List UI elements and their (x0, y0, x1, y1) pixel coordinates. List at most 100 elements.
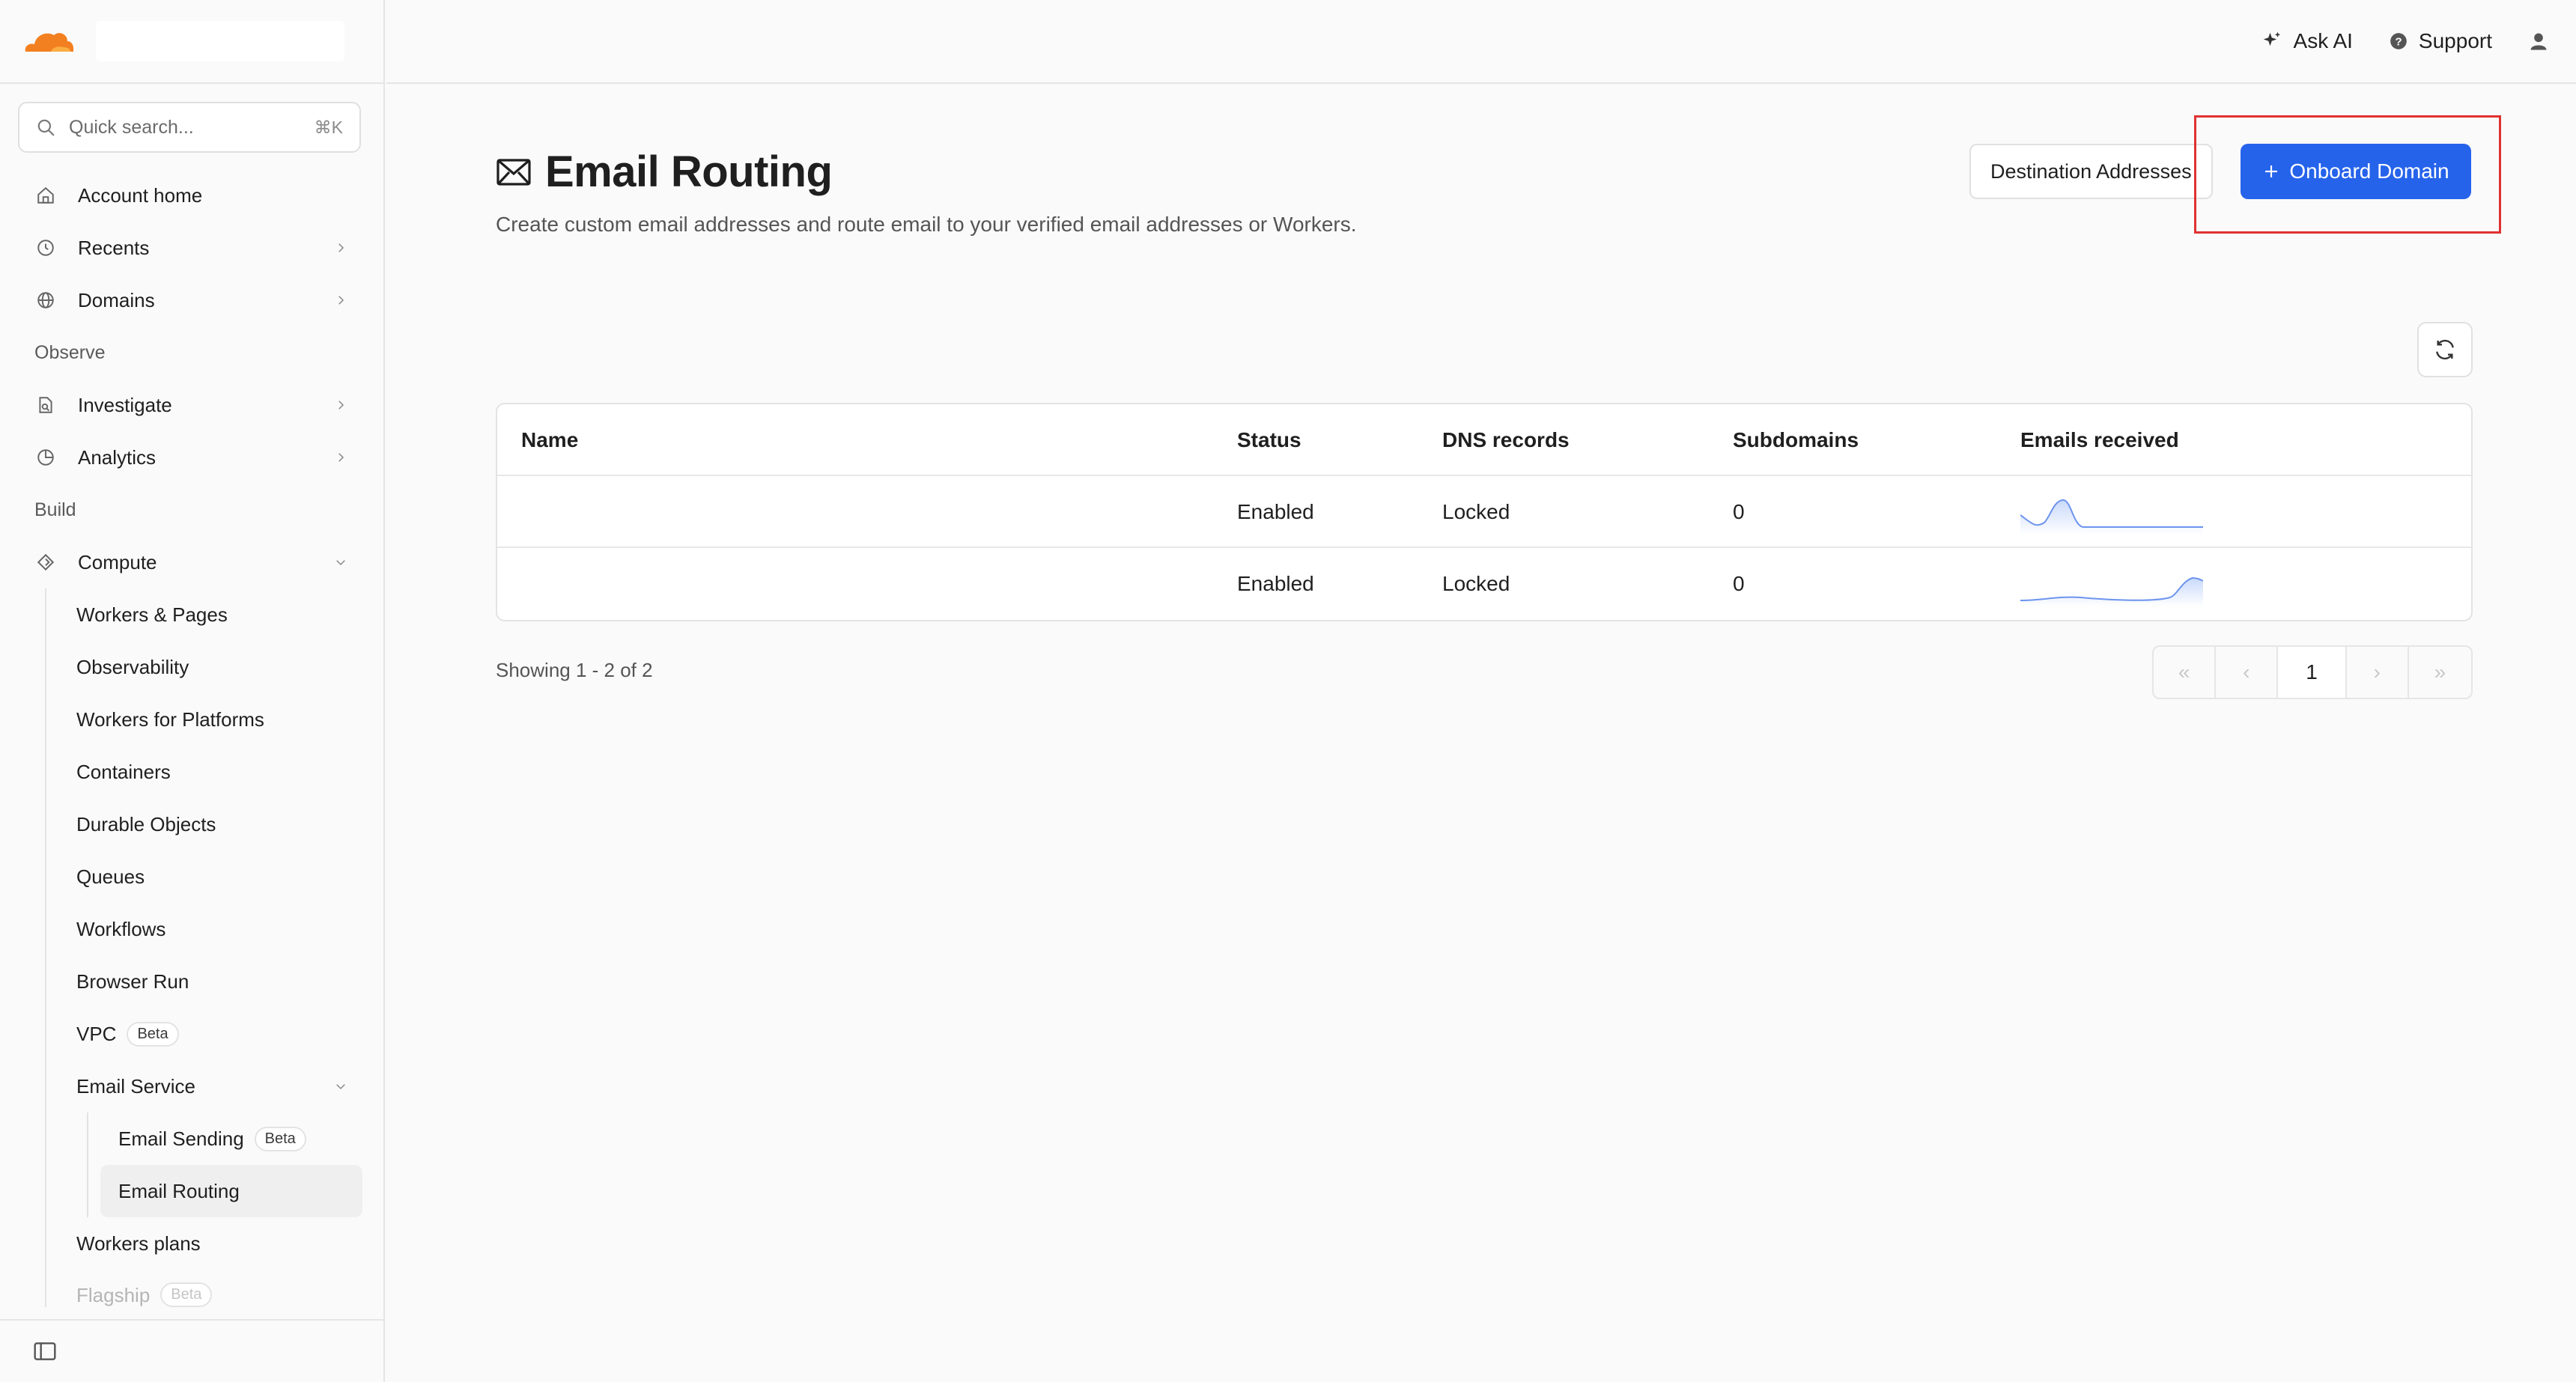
highlight-box (2194, 115, 2501, 234)
ask-ai-label: Ask AI (2293, 29, 2353, 52)
chevron-right-icon (334, 293, 347, 307)
support-label: Support (2418, 29, 2492, 52)
table-row[interactable]: Enabled Locked 0 (497, 548, 2471, 620)
chevron-right-icon (334, 451, 347, 464)
sidebar-item-label: Email Routing (118, 1179, 240, 1202)
table-row[interactable]: Enabled Locked 0 (497, 476, 2471, 548)
sidebar-item-label: VPC (76, 1022, 117, 1045)
sidebar-item-vpc[interactable]: VPC Beta (18, 1008, 362, 1060)
submenu-guide-line (87, 1112, 88, 1217)
sidebar-item-domains[interactable]: Domains (18, 274, 362, 326)
emails-sparkline (2020, 476, 2203, 548)
status-cell: Enabled (1237, 500, 1314, 523)
column-header-subdomains[interactable]: Subdomains (1733, 404, 1859, 476)
refresh-button[interactable] (2417, 322, 2473, 377)
pagination-summary: Showing 1 - 2 of 2 (496, 659, 653, 681)
quick-search[interactable]: Quick search... ⌘K (18, 102, 361, 153)
sidebar-item-account-home[interactable]: Account home (18, 169, 362, 222)
sidebar-item-durable-objects[interactable]: Durable Objects (18, 798, 362, 850)
first-page-button[interactable]: « (2154, 647, 2217, 698)
beta-badge: Beta (160, 1282, 213, 1307)
sidebar-item-workflows[interactable]: Workflows (18, 903, 362, 955)
sidebar-item-label: Workflows (76, 917, 166, 940)
sidebar-item-label: Domains (78, 288, 155, 311)
svg-text:?: ? (2395, 35, 2402, 48)
sidebar-item-label: Recents (78, 236, 150, 259)
sidebar-item-label: Containers (76, 760, 171, 783)
sidebar-item-label: Workers plans (76, 1232, 201, 1255)
double-chevron-right-icon: » (2434, 660, 2446, 684)
chevron-right-icon (334, 398, 347, 412)
last-page-button[interactable]: » (2409, 647, 2471, 698)
sidebar-item-label: Email Service (76, 1074, 195, 1098)
page-description: Create custom email addresses and route … (496, 213, 1357, 236)
help-circle-icon: ? (2389, 31, 2408, 51)
support-button[interactable]: ? Support (2389, 29, 2492, 53)
column-header-status[interactable]: Status (1237, 404, 1301, 476)
sidebar-item-label: Analytics (78, 445, 157, 469)
sidebar-item-label: Workers for Platforms (76, 707, 264, 731)
subdomains-cell: 0 (1733, 572, 1745, 595)
destination-addresses-button[interactable]: Destination Addresses (1969, 144, 2213, 199)
sidebar-item-workers-platforms[interactable]: Workers for Platforms (18, 693, 362, 746)
sidebar-header (0, 0, 383, 84)
page-title: Email Routing (545, 147, 833, 196)
sidebar-item-email-routing[interactable]: Email Routing (100, 1165, 362, 1217)
pie-chart-icon (34, 446, 57, 469)
dns-cell: Locked (1442, 500, 1510, 523)
account-name-box[interactable] (96, 21, 344, 61)
subdomains-cell: 0 (1733, 500, 1745, 523)
sidebar-item-recents[interactable]: Recents (18, 222, 362, 274)
sidebar-item-label: Email Sending (118, 1127, 244, 1150)
ask-ai-button[interactable]: Ask AI (2261, 29, 2353, 53)
status-cell: Enabled (1237, 572, 1314, 595)
sidebar-item-email-service[interactable]: Email Service (18, 1060, 362, 1112)
search-shortcut: ⌘K (314, 117, 343, 137)
chevron-down-icon (334, 555, 347, 569)
page-header: Email Routing (496, 147, 833, 197)
sidebar-item-email-sending[interactable]: Email Sending Beta (18, 1112, 362, 1165)
sidebar-item-label: Observability (76, 655, 189, 678)
next-page-button[interactable]: › (2347, 647, 2409, 698)
user-menu-button[interactable] (2528, 31, 2549, 52)
column-header-dns[interactable]: DNS records (1442, 404, 1570, 476)
sidebar-item-browser-run[interactable]: Browser Run (18, 955, 362, 1008)
compute-diamond-icon (34, 551, 57, 573)
cloudflare-logo-icon[interactable] (21, 28, 75, 55)
sidebar-item-analytics[interactable]: Analytics (18, 431, 362, 484)
sidebar-item-investigate[interactable]: Investigate (18, 379, 362, 431)
sidebar-item-label: Queues (76, 865, 145, 888)
sidebar-item-label: Investigate (78, 393, 172, 416)
sidebar-item-label: Compute (78, 550, 157, 573)
sidebar-item-containers[interactable]: Containers (18, 746, 362, 798)
top-header: Ask AI ? Support (386, 0, 2576, 84)
pagination: « ‹ 1 › » (2152, 645, 2473, 699)
chevron-left-icon: ‹ (2243, 660, 2250, 684)
compute-submenu: Workers & Pages Observability Workers fo… (18, 588, 362, 1307)
mail-icon (496, 157, 532, 187)
double-chevron-left-icon: « (2178, 660, 2190, 684)
column-header-name[interactable]: Name (521, 404, 578, 476)
beta-badge: Beta (254, 1126, 306, 1151)
home-icon (34, 184, 57, 207)
emails-sparkline (2020, 548, 2203, 620)
globe-icon (34, 289, 57, 311)
prev-page-button[interactable]: ‹ (2216, 647, 2279, 698)
sidebar-toggle-icon[interactable] (33, 1341, 57, 1362)
current-page-button[interactable]: 1 (2278, 647, 2347, 698)
chevron-right-icon: › (2373, 660, 2381, 684)
search-placeholder: Quick search... (69, 116, 194, 138)
sidebar-item-label: Durable Objects (76, 812, 216, 835)
file-search-icon (34, 394, 57, 416)
sidebar-item-workers-pages[interactable]: Workers & Pages (18, 588, 362, 641)
sidebar-item-queues[interactable]: Queues (18, 850, 362, 903)
sidebar-footer (0, 1319, 383, 1382)
main-content: Email Routing Create custom email addres… (386, 84, 2576, 1382)
user-icon (2528, 31, 2549, 52)
history-icon (34, 237, 57, 259)
sidebar-item-flagship[interactable]: Flagship Beta (18, 1270, 362, 1307)
sidebar-item-workers-plans[interactable]: Workers plans (18, 1217, 362, 1270)
sidebar-item-compute[interactable]: Compute (18, 536, 362, 588)
sidebar-item-observability[interactable]: Observability (18, 641, 362, 693)
column-header-emails-received[interactable]: Emails received (2020, 404, 2179, 476)
